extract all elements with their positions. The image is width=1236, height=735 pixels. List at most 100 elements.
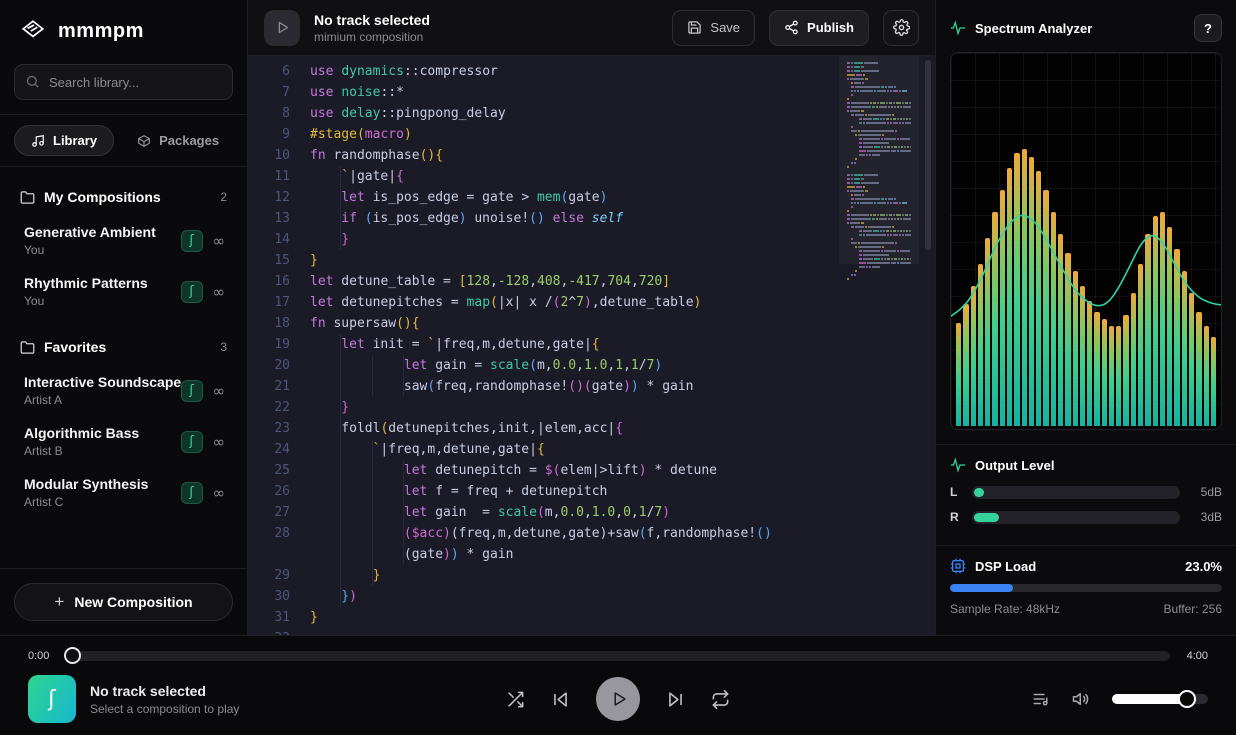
composition-item[interactable]: Algorithmic BassArtist Bʃ∞: [14, 416, 233, 467]
code-line[interactable]: (gate)) * gain: [248, 544, 935, 565]
dsp-section: DSP Load 23.0% Sample Rate: 48kHz Buffer…: [936, 546, 1236, 628]
channel-label: L: [950, 485, 962, 499]
code-line[interactable]: 8use delay::pingpong_delay: [248, 103, 935, 124]
play-button[interactable]: [596, 677, 640, 721]
activity-icon: [950, 457, 966, 473]
save-button[interactable]: Save: [672, 10, 755, 46]
line-number: 27: [248, 502, 290, 523]
line-number: 16: [248, 271, 290, 292]
sidebar-sections: My Compositions2Generative AmbientYouʃ∞R…: [0, 167, 247, 568]
code-line[interactable]: 12let is_pos_edge = gate > mem(gate): [248, 187, 935, 208]
line-number: 28: [248, 523, 290, 544]
code-line[interactable]: 23foldl(detunepitches,init,|elem,acc|{: [248, 418, 935, 439]
code-line[interactable]: 28($acc)(freq,m,detune,gate)+saw(f,rando…: [248, 523, 935, 544]
composition-item[interactable]: Generative AmbientYouʃ∞: [14, 215, 233, 266]
search-input[interactable]: [14, 64, 233, 100]
code-line[interactable]: 19let init = `|freq,m,detune,gate|{: [248, 334, 935, 355]
new-composition-button[interactable]: + New Composition: [14, 583, 233, 621]
tab-library[interactable]: Library: [14, 125, 114, 156]
code-line[interactable]: 24`|freq,m,detune,gate|{: [248, 439, 935, 460]
skip-forward-icon: [666, 690, 685, 709]
previous-button[interactable]: [551, 690, 570, 709]
composition-item[interactable]: Rhythmic PatternsYouʃ∞: [14, 266, 233, 317]
publish-button[interactable]: Publish: [769, 10, 869, 46]
track-art: ʃ: [28, 675, 76, 723]
help-button[interactable]: ?: [1194, 14, 1222, 42]
code-line[interactable]: 6use dynamics::compressor: [248, 61, 935, 82]
composition-item[interactable]: Interactive SoundscapeArtist Aʃ∞: [14, 365, 233, 416]
infinity-icon: ∞: [213, 382, 226, 400]
code-line[interactable]: 20let gain = scale(m,0.0,1.0,1,1/7): [248, 355, 935, 376]
seek-track[interactable]: [66, 651, 1170, 661]
search-icon: [25, 74, 40, 89]
next-button[interactable]: [666, 690, 685, 709]
shuffle-button[interactable]: [506, 690, 525, 709]
output-level-section: Output Level L5dBR3dB: [936, 445, 1236, 545]
code-line[interactable]: 10fn randomphase(){: [248, 145, 935, 166]
queue-button[interactable]: [1032, 690, 1050, 708]
seek-knob[interactable]: [64, 647, 81, 664]
code-line[interactable]: 21saw(freq,randomphase!()(gate)) * gain: [248, 376, 935, 397]
spectrum-analyzer: [950, 52, 1222, 430]
track-heading: No track selected mimium composition: [314, 12, 658, 44]
code-line[interactable]: 30}): [248, 586, 935, 607]
new-composition-label: New Composition: [74, 594, 192, 610]
shuffle-icon: [506, 690, 525, 709]
composition-artist: You: [24, 294, 181, 308]
queue-icon: [1032, 690, 1050, 708]
code-editor[interactable]: 6use dynamics::compressor7use noise::*8u…: [248, 56, 935, 635]
minimap[interactable]: [847, 62, 911, 286]
level-fill: [974, 488, 984, 497]
code-line[interactable]: 14}: [248, 229, 935, 250]
code-line[interactable]: 29}: [248, 565, 935, 586]
transport-controls: [506, 677, 730, 721]
composition-title: Generative Ambient: [24, 224, 181, 240]
header-play-button[interactable]: [264, 10, 300, 46]
code-line[interactable]: 13if (is_pos_edge) unoise!() else self: [248, 208, 935, 229]
composition-item[interactable]: Modular SynthesisArtist Cʃ∞: [14, 467, 233, 518]
composition-title: Rhythmic Patterns: [24, 275, 181, 291]
package-icon: [137, 134, 151, 148]
code-line[interactable]: 11`|gate|{: [248, 166, 935, 187]
play-icon: [275, 20, 290, 35]
code-line[interactable]: 7use noise::*: [248, 82, 935, 103]
repeat-button[interactable]: [711, 690, 730, 709]
tab-packages[interactable]: Packages: [120, 125, 236, 156]
app-title: mmmpm: [58, 20, 144, 43]
code-line[interactable]: 17let detunepitches = map(|x| x /(2^7),d…: [248, 292, 935, 313]
infinity-icon: ∞: [213, 283, 226, 301]
mimium-badge-icon: ʃ: [181, 431, 203, 453]
volume-knob[interactable]: [1178, 690, 1196, 708]
code-line[interactable]: 18fn supersaw(){: [248, 313, 935, 334]
code-line[interactable]: 27let gain = scale(m,0.0,1.0,0,1/7): [248, 502, 935, 523]
volume-button[interactable]: [1072, 690, 1090, 708]
tab-library-label: Library: [53, 133, 97, 148]
editor-scrollbar[interactable]: [925, 60, 931, 250]
code-line[interactable]: 26let f = freq + detunepitch: [248, 481, 935, 502]
section-header: Favorites3: [14, 331, 233, 365]
line-number: 13: [248, 208, 290, 229]
code-line[interactable]: 22}: [248, 397, 935, 418]
volume-slider[interactable]: [1112, 694, 1208, 704]
composition-title: Interactive Soundscape: [24, 374, 181, 390]
line-number: 21: [248, 376, 290, 397]
player-controls-row: ʃ No track selected Select a composition…: [28, 675, 1208, 723]
code-line[interactable]: 32: [248, 628, 935, 635]
mimium-badge-icon: ʃ: [181, 380, 203, 402]
player-bar: 0:00 4:00 ʃ No track selected Select a c…: [0, 635, 1236, 735]
level-value: 5dB: [1190, 485, 1222, 499]
code-line[interactable]: 16let detune_table = [128,-128,408,-417,…: [248, 271, 935, 292]
line-number: 11: [248, 166, 290, 187]
settings-button[interactable]: [883, 10, 919, 46]
speaker-icon: [1072, 690, 1090, 708]
line-number: 25: [248, 460, 290, 481]
line-number: 6: [248, 61, 290, 82]
music-note-icon: [31, 134, 45, 148]
track-heading-title: No track selected: [314, 12, 658, 28]
code-line[interactable]: 31}: [248, 607, 935, 628]
code-line[interactable]: 15}: [248, 250, 935, 271]
plus-icon: +: [54, 592, 64, 612]
line-number: 29: [248, 565, 290, 586]
code-line[interactable]: 9#stage(macro): [248, 124, 935, 145]
code-line[interactable]: 25let detunepitch = $(elem|>lift) * detu…: [248, 460, 935, 481]
